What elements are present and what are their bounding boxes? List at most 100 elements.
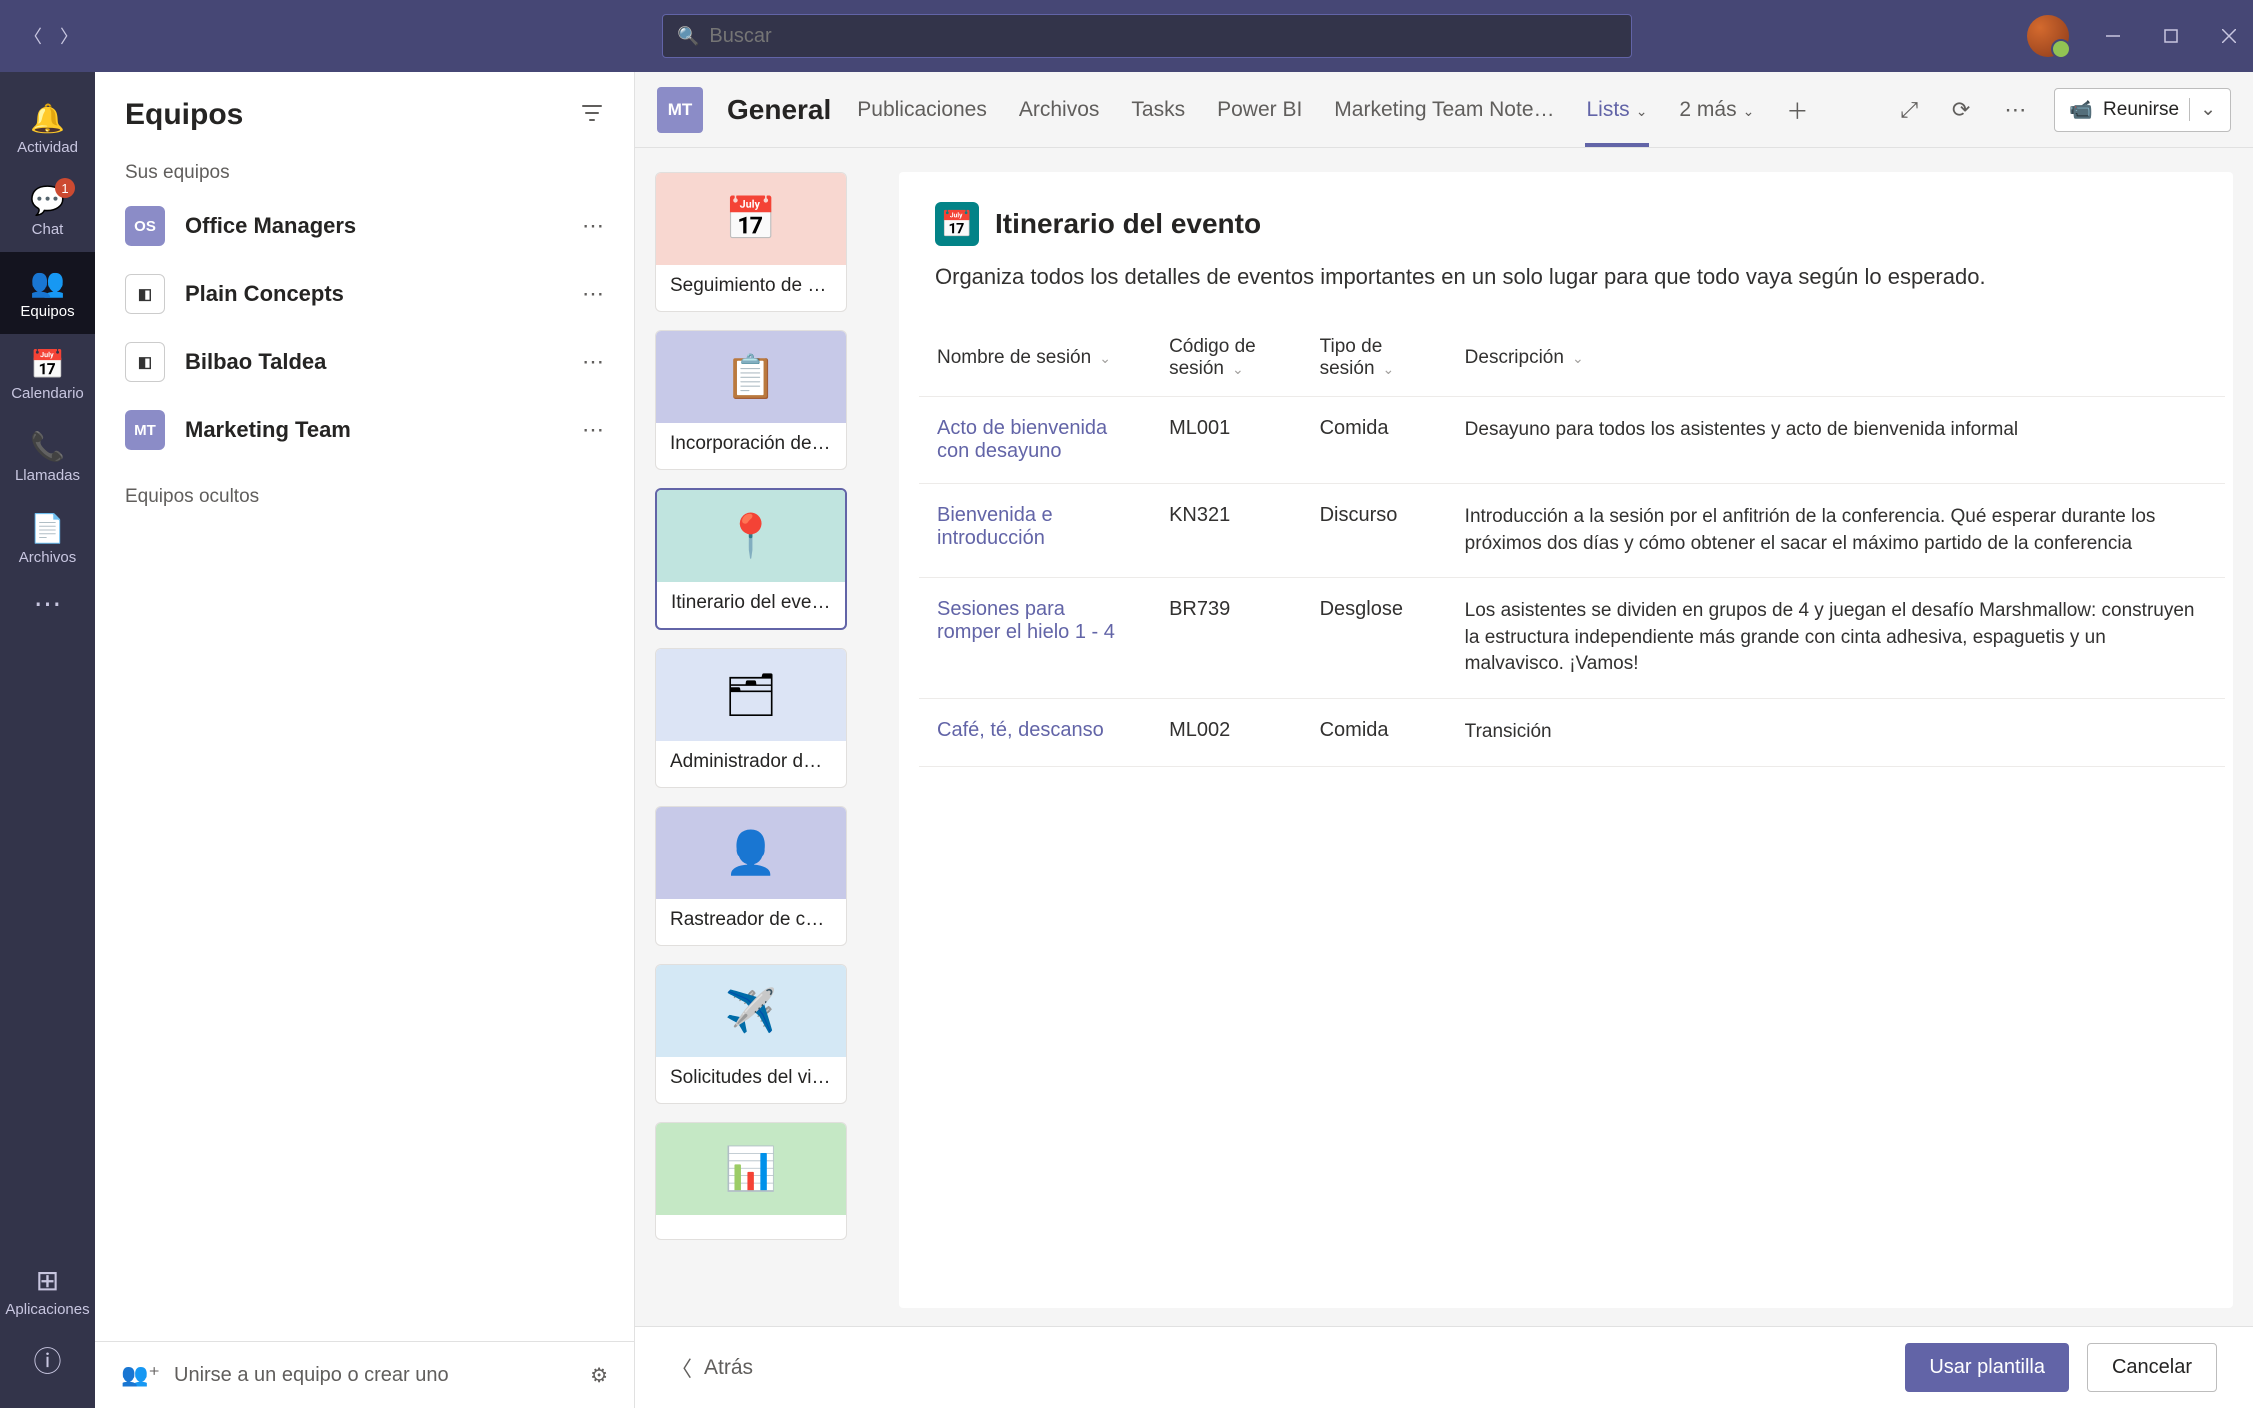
session-name-cell[interactable]: Sesiones para romper el hielo 1 - 4 [919,578,1151,699]
template-thumb-icon: ✈️ [656,965,846,1057]
template-label: Seguimiento de … [656,265,846,311]
template-card[interactable]: ✈️Solicitudes del vi… [655,964,847,1104]
rail-files[interactable]: 📄 Archivos [0,498,95,580]
team-item[interactable]: MTMarketing Team⋯ [95,396,634,464]
rail-help[interactable]: ⓘ [0,1332,95,1392]
channel-name: General [727,94,831,126]
team-more-icon[interactable]: ⋯ [582,213,604,239]
window-close-icon[interactable] [2215,22,2243,50]
template-preview: 📅 Itinerario del evento Organiza todos l… [899,172,2233,1308]
title-bar: 〈 〉 🔍 [0,0,2253,72]
column-header[interactable]: Nombre de sesión⌄ [919,320,1151,397]
tab-marketing-team-note-[interactable]: Marketing Team Note… [1332,74,1556,146]
hidden-teams-label[interactable]: Equipos ocultos [95,464,634,530]
rail-more[interactable]: ⋯ [0,580,95,630]
tab-publicaciones[interactable]: Publicaciones [855,74,989,146]
refresh-icon[interactable]: ⟳ [1946,91,1976,129]
rail-label: Equipos [20,303,74,320]
use-template-button[interactable]: Usar plantilla [1905,1343,2069,1392]
window-minimize-icon[interactable] [2099,22,2127,50]
add-tab-icon[interactable]: ＋ [1780,88,1814,132]
dialog-footer: 〈 Atrás Usar plantilla Cancelar [635,1326,2253,1408]
filter-icon[interactable] [580,101,604,130]
column-header[interactable]: Código de sesión⌄ [1151,320,1302,397]
session-name-cell[interactable]: Bienvenida e introducción [919,484,1151,578]
table-row[interactable]: Bienvenida e introducciónKN321DiscursoIn… [919,484,2225,578]
table-row[interactable]: Sesiones para romper el hielo 1 - 4BR739… [919,578,2225,699]
expand-icon[interactable]: ⤢ [1894,91,1924,129]
team-name: Marketing Team [185,417,582,443]
tab-tasks[interactable]: Tasks [1129,74,1187,146]
team-item[interactable]: ◧Bilbao Taldea⋯ [95,328,634,396]
session-desc-cell: Desayuno para todos los asistentes y act… [1447,397,2225,484]
template-thumb-icon: 📋 [656,331,846,423]
template-label [656,1215,846,1239]
table-row[interactable]: Café, té, descansoML002ComidaTransición [919,698,2225,766]
window-maximize-icon[interactable] [2157,22,2185,50]
template-card[interactable]: 👤Rastreador de co… [655,806,847,946]
nav-back-icon[interactable]: 〈 [20,23,46,49]
team-item[interactable]: OSOffice Managers⋯ [95,192,634,260]
column-header[interactable]: Descripción⌄ [1447,320,2225,397]
table-row[interactable]: Acto de bienvenida con desayunoML001Comi… [919,397,2225,484]
sort-icon: ⌄ [1099,350,1111,366]
template-thumb-icon: 📍 [657,490,845,582]
tab-power-bi[interactable]: Power BI [1215,74,1304,146]
file-icon: 📄 [30,512,65,545]
template-card[interactable]: 📊 [655,1122,847,1240]
search-input[interactable] [709,25,1617,48]
session-desc-cell: Introducción a la sesión por el anfitrió… [1447,484,2225,578]
rail-chat[interactable]: 💬1 Chat [0,170,95,252]
rail-apps[interactable]: ⊞ Aplicaciones [0,1250,95,1332]
rail-calls[interactable]: 📞 Llamadas [0,416,95,498]
session-name-cell[interactable]: Café, té, descanso [919,698,1151,766]
join-team-button[interactable]: Unirse a un equipo o crear uno [174,1364,449,1387]
session-code-cell: ML001 [1151,397,1302,484]
meet-button[interactable]: 📹 Reunirse ⌄ [2054,88,2231,132]
template-label: Solicitudes del vi… [656,1057,846,1103]
content-area: MT General Publicaciones Archivos Tasks Pow… [635,72,2253,1408]
team-more-icon[interactable]: ⋯ [582,349,604,375]
user-avatar[interactable] [2027,15,2069,57]
nav-forward-icon[interactable]: 〉 [56,23,82,49]
settings-icon[interactable]: ⚙ [590,1363,608,1388]
your-teams-label: Sus equipos [95,142,634,192]
sidebar-title: Equipos [125,98,243,132]
column-header[interactable]: Tipo de sesión⌄ [1302,320,1447,397]
template-list[interactable]: 📅Seguimiento de … 📋Incorporación de … 📍Iti… [655,172,875,1308]
team-more-icon[interactable]: ⋯ [582,417,604,443]
session-name-cell[interactable]: Acto de bienvenida con desayuno [919,397,1151,484]
tab-lists[interactable]: Lists⌄ [1585,74,1650,146]
back-button[interactable]: 〈 Atrás [671,1353,753,1383]
session-code-cell: KN321 [1151,484,1302,578]
rail-label: Calendario [11,385,84,402]
preview-table-scroll[interactable]: Nombre de sesión⌄Código de sesión⌄Tipo d… [919,320,2225,1308]
template-thumb-icon: 📅 [656,173,846,265]
phone-icon: 📞 [30,430,65,463]
tab-archivos[interactable]: Archivos [1017,74,1102,146]
more-options-icon[interactable]: ⋯ [1998,91,2032,129]
rail-activity[interactable]: 🔔 Actividad [0,88,95,170]
template-card[interactable]: 🗂Administrador de… [655,648,847,788]
team-name: Plain Concepts [185,281,582,307]
preview-description: Organiza todos los detalles de eventos i… [935,264,2197,290]
template-card[interactable]: 📋Incorporación de … [655,330,847,470]
rail-label: Archivos [19,549,77,566]
chevron-down-icon[interactable]: ⌄ [2189,98,2216,121]
rail-calendar[interactable]: 📅 Calendario [0,334,95,416]
team-item[interactable]: ◧Plain Concepts⋯ [95,260,634,328]
template-thumb-icon: 🗂 [656,649,846,741]
search-bar[interactable]: 🔍 [662,14,1632,58]
cancel-button[interactable]: Cancelar [2087,1343,2217,1392]
sort-icon: ⌄ [1232,361,1244,377]
team-name: Bilbao Taldea [185,349,582,375]
session-desc-cell: Los asistentes se dividen en grupos de 4… [1447,578,2225,699]
template-card[interactable]: 📍Itinerario del eve… [655,488,847,630]
rail-teams[interactable]: 👥 Equipos [0,252,95,334]
team-more-icon[interactable]: ⋯ [582,281,604,307]
chat-badge: 1 [55,178,75,198]
tab-2-m-s[interactable]: 2 más⌄ [1677,74,1756,146]
template-label: Incorporación de … [656,423,846,469]
channel-avatar: MT [657,87,703,133]
template-card[interactable]: 📅Seguimiento de … [655,172,847,312]
